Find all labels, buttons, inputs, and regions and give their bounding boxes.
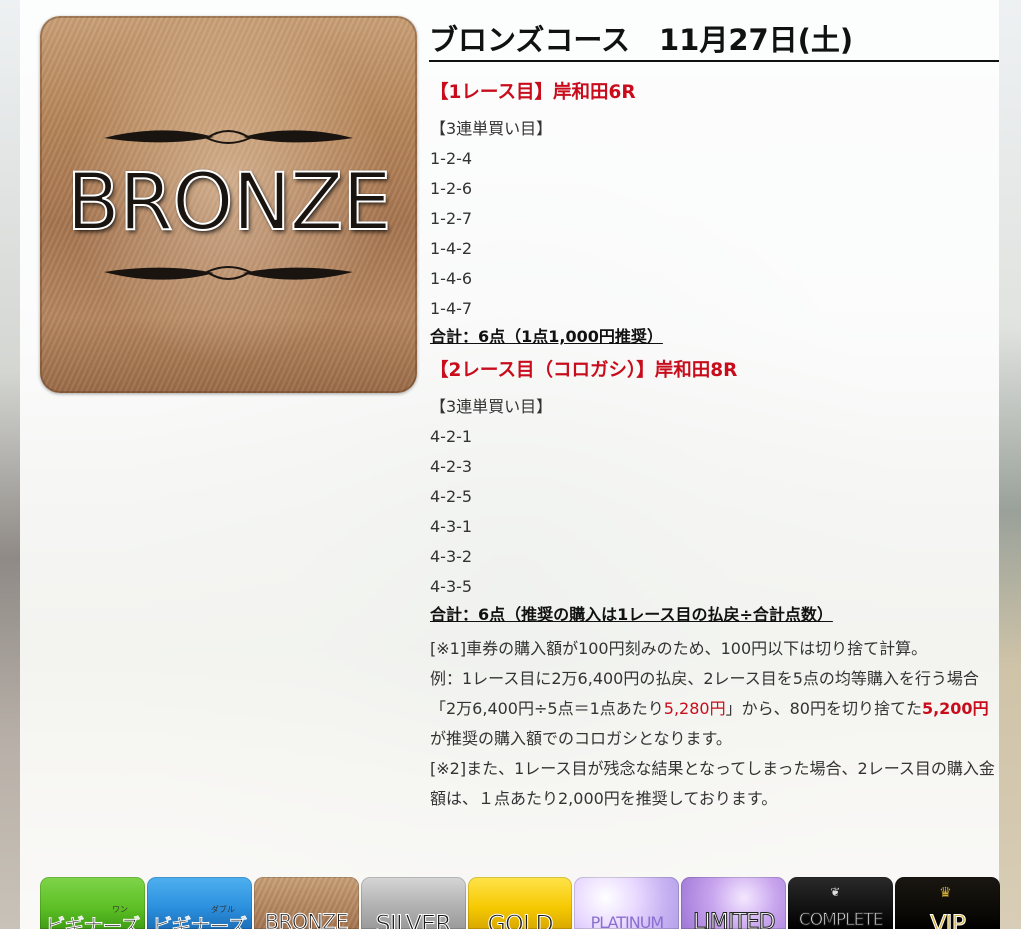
combo-row: 4-2-5 <box>430 487 473 506</box>
note-1: [※1]車券の購入額が100円刻みのため、100円以下は切り捨て計算。 <box>430 639 928 658</box>
tab-label: BRONZE <box>264 910 349 929</box>
bronze-course-logo: BRONZE <box>40 16 417 393</box>
tab-platinum[interactable]: PLATINUM <box>574 877 680 929</box>
combo-row: 1-4-6 <box>430 269 473 288</box>
crown-icon: ♛ <box>939 885 952 901</box>
background-right-strip <box>999 0 1021 929</box>
tab-label: ビギナーズ <box>152 914 248 929</box>
combo-row: 1-4-7 <box>430 299 473 318</box>
tab-label: VIP <box>930 910 967 929</box>
combo-row: 4-2-3 <box>430 457 473 476</box>
tab-beginners-double[interactable]: ダブル ビギナーズ <box>146 877 252 929</box>
tab-complete[interactable]: ❦ COMPLETE <box>788 877 894 929</box>
tab-label: PLATINUM <box>590 913 665 929</box>
race-content: 【1レース目】岸和田6R 【3連単買い目】 1-2-4 1-2-6 1-2-7 … <box>430 76 998 814</box>
tab-gold[interactable]: GOLD <box>467 877 573 929</box>
example-text-mid: 」から、80円を切り捨てた <box>725 699 922 718</box>
flourish-top-icon <box>104 130 353 144</box>
combo-row: 1-2-6 <box>430 179 473 198</box>
race-total: 合計：6点（1点1,000円推奨） <box>430 327 663 346</box>
bet-type-label: 【3連単買い目】 <box>430 119 553 138</box>
tab-limited[interactable]: LIMITED <box>681 877 787 929</box>
example-amount-bold: 5,200円 <box>921 699 989 718</box>
combo-row: 4-3-1 <box>430 517 473 536</box>
example-amount-red: 5,280円 <box>663 699 726 718</box>
flourish-bottom-icon <box>104 266 353 280</box>
combo-row: 1-2-7 <box>430 209 473 228</box>
tab-bronze[interactable]: BRONZE <box>253 877 359 929</box>
tab-label: LIMITED <box>693 910 776 929</box>
tab-label: GOLD <box>487 910 554 929</box>
background-left-strip <box>0 0 20 929</box>
ornament-icon: ❦ <box>830 885 841 899</box>
tab-silver[interactable]: SILVER <box>360 877 466 929</box>
combo-row: 4-3-2 <box>430 547 473 566</box>
race-title: 【2レース目（コロガシ）】岸和田8R <box>430 360 738 381</box>
tab-beginners-one[interactable]: ワン ビギナーズ <box>40 877 145 929</box>
race-total: 合計：6点（推奨の購入は1レース目の払戻÷合計点数） <box>430 605 833 624</box>
tab-label: ビギナーズ <box>45 914 141 929</box>
tab-label: COMPLETE <box>798 910 884 929</box>
combo-row: 4-3-5 <box>430 577 473 596</box>
race-block-1: 【1レース目】岸和田6R 【3連単買い目】 1-2-4 1-2-6 1-2-7 … <box>430 76 998 350</box>
notes-block: [※1]車券の購入額が100円刻みのため、100円以下は切り捨て計算。 例：1レ… <box>430 634 998 814</box>
note-2: [※2]また、1レース目が残念な結果となってしまった場合、2レース目の購入金額は… <box>430 759 995 808</box>
note-example: 例：1レース目に2万6,400円の払戻、2レース目を5点の均等購入を行う場合「2… <box>430 664 998 754</box>
combo-row: 4-2-1 <box>430 427 473 446</box>
bet-type-label: 【3連単買い目】 <box>430 397 553 416</box>
combo-row: 1-2-4 <box>430 149 473 168</box>
course-title: ブロンズコース 11月27日(土) <box>429 20 999 62</box>
tab-vip[interactable]: ♛ VIP <box>895 877 1001 929</box>
tab-label: SILVER <box>375 910 452 929</box>
course-tabs: ワン ビギナーズ ダブル ビギナーズ BRONZE SILVER GOLD PL… <box>40 877 1001 929</box>
example-text-post: が推奨の購入額でのコロガシとなります。 <box>430 729 732 748</box>
race-block-2: 【2レース目（コロガシ）】岸和田8R 【3連単買い目】 4-2-1 4-2-3 … <box>430 354 998 628</box>
combo-row: 1-4-2 <box>430 239 473 258</box>
logo-word: BRONZE <box>65 157 392 249</box>
race-title: 【1レース目】岸和田6R <box>430 82 636 103</box>
